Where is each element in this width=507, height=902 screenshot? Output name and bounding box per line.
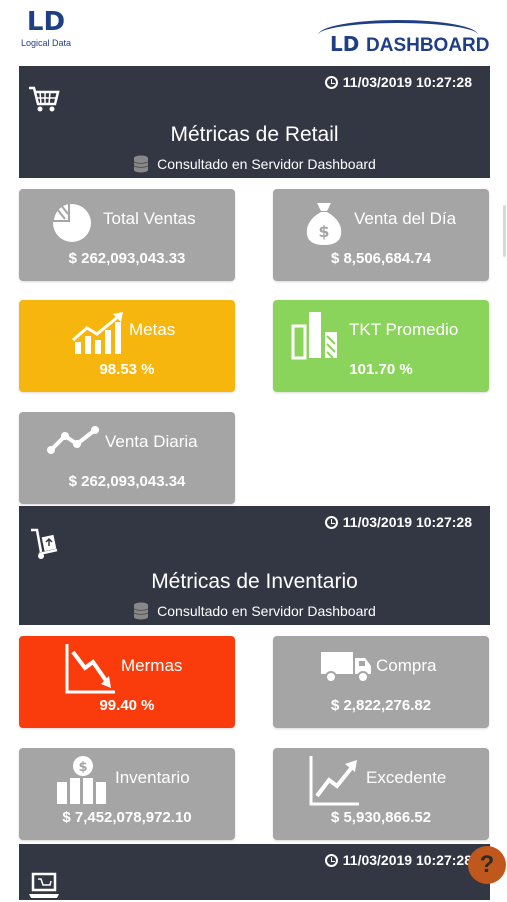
third-section-header: 11/03/2019 10:27:28 [19,844,490,900]
third-timestamp-text: 11/03/2019 10:27:28 [342,852,472,868]
card-metas[interactable]: Metas 98.53 % [19,300,235,392]
card-venta-diaria-label: Venta Diaria [105,432,198,451]
logical-data-logo[interactable]: LD Logical Data [20,8,72,60]
card-inventario-label: Inventario [115,768,190,787]
retail-timestamp-text: 11/03/2019 10:27:28 [342,74,472,90]
inventory-section-subtitle: Consultado en Servidor Dashboard [19,602,490,620]
card-mermas-value: 99.40 % [99,697,155,714]
card-total-ventas-value: $ 262,093,043.33 [68,250,186,267]
retail-section-header: 11/03/2019 10:27:28 Métricas de Retail C… [19,66,490,178]
card-excedente-value: $ 5,930,866.52 [330,809,432,826]
clock-icon [324,853,338,867]
card-compra[interactable]: Compra $ 2,822,276.82 [273,636,489,728]
database-icon [133,602,149,620]
help-icon: ? [479,851,495,878]
card-inventario-value: $ 7,452,078,972.10 [62,809,192,826]
inventory-section-title: Métricas de Inventario [151,570,358,593]
inventory-timestamp-text: 11/03/2019 10:27:28 [342,514,472,530]
retail-section-subtitle: Consultado en Servidor Dashboard [19,155,490,173]
card-excedente[interactable]: Excedente $ 5,930,866.52 [273,748,489,840]
uptrend-icon [309,756,359,806]
logo-mark: LD [26,7,66,37]
scrollbar[interactable] [503,205,506,257]
database-icon [133,155,149,173]
card-mermas-label: Mermas [121,656,183,675]
card-venta-del-dia-label: Venta del Día [354,209,457,228]
bar-chart-icon [291,312,337,360]
svg-text:$: $ [318,222,329,241]
card-venta-del-dia-value: $ 8,506,684.74 [330,250,432,267]
third-timestamp: 11/03/2019 10:27:28 [324,852,472,868]
laptop-icon [29,872,59,898]
svg-text:$: $ [78,760,87,775]
card-venta-del-dia[interactable]: $ Venta del Día $ 8,506,684.74 [273,189,489,281]
dashboard-logo-mark: LD [330,32,360,56]
card-compra-value: $ 2,822,276.82 [330,697,432,714]
help-button[interactable]: ? [468,846,506,884]
inventory-section-header: 11/03/2019 10:27:28 Métricas de Inventar… [19,506,490,625]
pie-chart-icon [51,201,91,242]
inventory-subtitle-text: Consultado en Servidor Dashboard [157,603,376,619]
card-venta-diaria[interactable]: Venta Diaria $ 262,093,043.34 [19,412,235,504]
inventory-timestamp: 11/03/2019 10:27:28 [324,514,472,530]
dashboard-logo-text: DASHBOARD [366,35,490,56]
dashboard-logo: LD DASHBOARD [312,20,490,60]
line-trend-icon [47,426,99,454]
retail-subtitle-text: Consultado en Servidor Dashboard [157,156,376,172]
app-header: LD Logical Data LD DASHBOARD [0,0,507,66]
card-tkt-promedio-value: 101.70 % [349,361,413,378]
money-bag-icon: $ [306,203,342,245]
card-mermas[interactable]: Mermas 99.40 % [19,636,235,728]
card-venta-diaria-value: $ 262,093,043.34 [68,473,186,490]
card-total-ventas-label: Total Ventas [103,209,196,228]
card-metas-value: 98.53 % [99,361,155,378]
card-compra-label: Compra [376,656,437,675]
retail-timestamp: 11/03/2019 10:27:28 [324,74,472,90]
growth-chart-icon [72,312,123,354]
card-metas-label: Metas [129,320,176,339]
shopping-cart-icon [29,86,60,112]
logo-subtitle: Logical Data [20,38,72,48]
clock-icon [324,75,338,89]
inventory-icon: $ [57,756,106,804]
clock-icon [324,515,338,529]
card-tkt-promedio[interactable]: TKT Promedio 101.70 % [273,300,489,392]
card-tkt-promedio-label: TKT Promedio [349,320,459,339]
card-inventario[interactable]: $ Inventario $ 7,452,078,972.10 [19,748,235,840]
truck-icon [321,652,371,683]
card-excedente-label: Excedente [366,768,447,787]
downtrend-icon [65,644,115,694]
hand-truck-icon [31,528,58,559]
card-total-ventas[interactable]: Total Ventas $ 262,093,043.33 [19,189,235,281]
retail-section-title: Métricas de Retail [170,123,339,146]
